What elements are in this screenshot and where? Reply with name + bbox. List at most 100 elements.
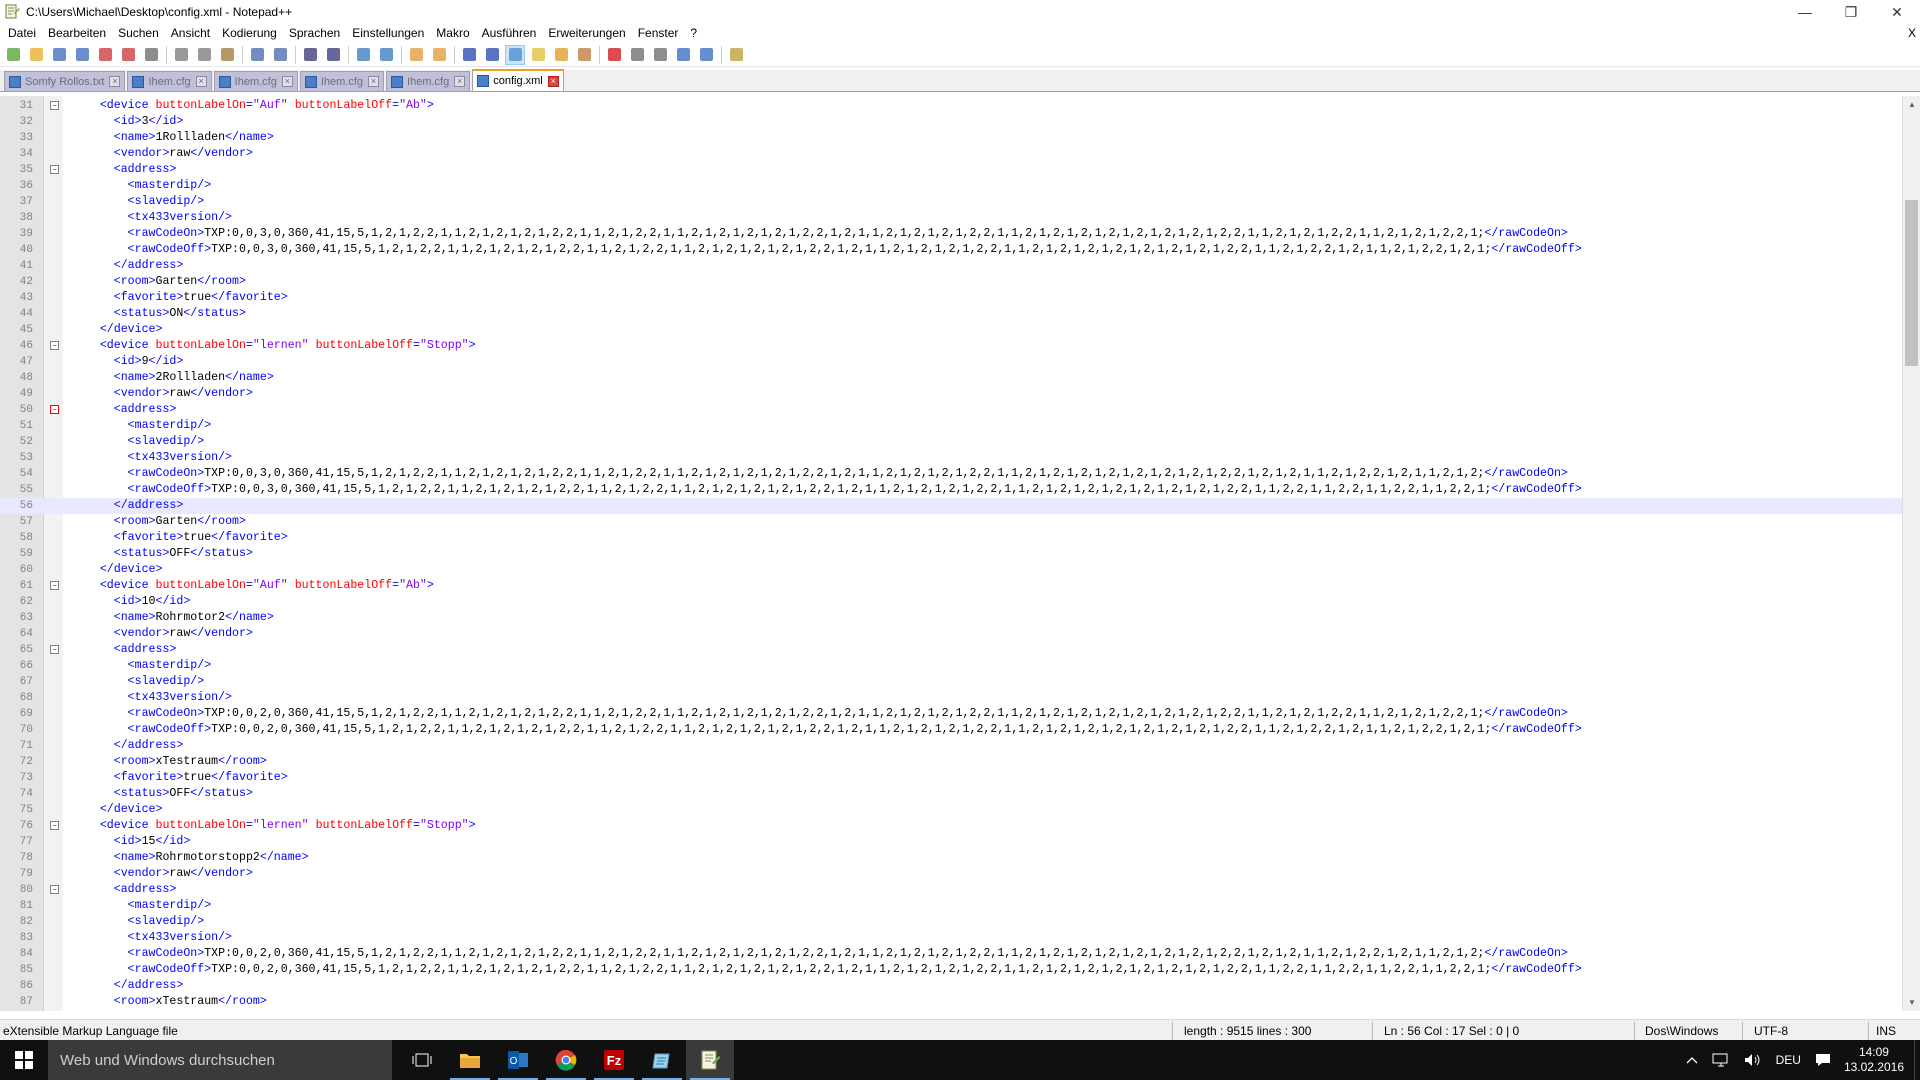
code-line[interactable]: 53 <tx433version/> (0, 450, 1902, 466)
code-line[interactable]: 81 <masterdip/> (0, 898, 1902, 914)
close-window-button[interactable]: ✕ (1874, 0, 1920, 24)
code-line[interactable]: 66 <masterdip/> (0, 658, 1902, 674)
code-line[interactable]: 34 <vendor>raw</vendor> (0, 146, 1902, 162)
code-line[interactable]: 62 <id>10</id> (0, 594, 1902, 610)
open-file-icon[interactable] (27, 46, 45, 64)
folder-as-workspace-icon[interactable] (575, 46, 593, 64)
zoom-in-icon[interactable] (354, 46, 372, 64)
code-line[interactable]: 88 <favorite>true</favorite> (0, 1010, 1902, 1011)
code-line[interactable]: 47 <id>9</id> (0, 354, 1902, 370)
code-line[interactable]: 40 <rawCodeOff>TXP:0,0,3,0,360,41,15,5,1… (0, 242, 1902, 258)
taskbar-notepad[interactable] (638, 1040, 686, 1080)
redo-icon[interactable] (271, 46, 289, 64)
run-macro-multiple-icon[interactable] (674, 46, 692, 64)
code-line[interactable]: 42 <room>Garten</room> (0, 274, 1902, 290)
replace-icon[interactable] (324, 46, 342, 64)
code-line[interactable]: 64 <vendor>raw</vendor> (0, 626, 1902, 642)
code-line[interactable]: 49 <vendor>raw</vendor> (0, 386, 1902, 402)
vertical-scrollbar[interactable]: ▲ ▼ (1902, 96, 1920, 1011)
code-line[interactable]: 73 <favorite>true</favorite> (0, 770, 1902, 786)
action-center-icon[interactable] (1815, 1053, 1831, 1067)
code-line[interactable]: 32 <id>3</id> (0, 114, 1902, 130)
code-line[interactable]: 44 <status>ON</status> (0, 306, 1902, 322)
menu-item[interactable]: Ansicht (165, 24, 216, 42)
scrollbar-thumb[interactable] (1905, 200, 1918, 366)
paste-icon[interactable] (218, 46, 236, 64)
save-icon[interactable] (50, 46, 68, 64)
input-language-indicator[interactable]: DEU (1776, 1053, 1801, 1067)
taskbar-filezilla[interactable]: Fz (590, 1040, 638, 1080)
code-line[interactable]: 60 </device> (0, 562, 1902, 578)
fold-toggle-icon[interactable]: − (50, 645, 59, 654)
record-macro-icon[interactable] (605, 46, 623, 64)
code-line[interactable]: 52 <slavedip/> (0, 434, 1902, 450)
code-line[interactable]: 57 <room>Garten</room> (0, 514, 1902, 530)
clock[interactable]: 14:09 13.02.2016 (1844, 1045, 1904, 1075)
close-all-icon[interactable] (119, 46, 137, 64)
minimize-button[interactable]: — (1782, 0, 1828, 24)
menu-item[interactable]: Fenster (632, 24, 685, 42)
show-all-chars-icon[interactable] (483, 46, 501, 64)
restore-button[interactable]: ❐ (1828, 0, 1874, 24)
menu-item[interactable]: Ausführen (476, 24, 543, 42)
fold-toggle-icon[interactable]: − (50, 405, 59, 414)
scroll-down-arrow-icon[interactable]: ▼ (1903, 994, 1920, 1011)
document-tab[interactable]: config.xml × (472, 69, 564, 91)
code-line[interactable]: 54 <rawCodeOn>TXP:0,0,3,0,360,41,15,5,1,… (0, 466, 1902, 482)
code-line[interactable]: 72 <room>xTestraum</room> (0, 754, 1902, 770)
fold-toggle-icon[interactable]: − (50, 581, 59, 590)
udl-icon[interactable] (529, 46, 547, 64)
menu-item[interactable]: ? (684, 24, 703, 42)
document-tab[interactable]: Ihem.cfg × (299, 71, 385, 91)
code-line[interactable]: 31 − <device buttonLabelOn="Auf" buttonLa… (0, 98, 1902, 114)
code-line[interactable]: 33 <name>1Rollladen</name> (0, 130, 1902, 146)
task-view-button[interactable] (398, 1040, 446, 1080)
code-line[interactable]: 56 </address> (0, 498, 1902, 514)
volume-icon[interactable] (1744, 1053, 1762, 1067)
fold-toggle-icon[interactable]: − (50, 165, 59, 174)
code-line[interactable]: 45 </device> (0, 322, 1902, 338)
code-line[interactable]: 76− <device buttonLabelOn="lernen" butto… (0, 818, 1902, 834)
code-line[interactable]: 37 <slavedip/> (0, 194, 1902, 210)
tab-close-icon[interactable]: × (454, 76, 466, 87)
taskbar-file-explorer[interactable] (446, 1040, 494, 1080)
word-wrap-icon[interactable] (460, 46, 478, 64)
code-line[interactable]: 41 </address> (0, 258, 1902, 274)
code-line[interactable]: 59 <status>OFF</status> (0, 546, 1902, 562)
code-line[interactable]: 50 − <address> (0, 402, 1902, 418)
taskbar-notepadpp[interactable] (686, 1040, 734, 1080)
code-line[interactable]: 39 <rawCodeOn>TXP:0,0,3,0,360,41,15,5,1,… (0, 226, 1902, 242)
fold-toggle-icon[interactable]: − (50, 101, 59, 110)
menu-item[interactable]: Makro (430, 24, 475, 42)
code-line[interactable]: 38 <tx433version/> (0, 210, 1902, 226)
tab-close-icon[interactable]: × (368, 76, 380, 87)
code-line[interactable]: 46− <device buttonLabelOn="lernen" butto… (0, 338, 1902, 354)
find-icon[interactable] (301, 46, 319, 64)
code-line[interactable]: 69 <rawCodeOn>TXP:0,0,2,0,360,41,15,5,1,… (0, 706, 1902, 722)
show-hidden-icons-chevron-icon[interactable] (1686, 1056, 1698, 1064)
sync-vertical-icon[interactable] (407, 46, 425, 64)
fold-toggle-icon[interactable]: − (50, 885, 59, 894)
play-macro-icon[interactable] (651, 46, 669, 64)
code-line[interactable]: 58 <favorite>true</favorite> (0, 530, 1902, 546)
undo-icon[interactable] (248, 46, 266, 64)
code-line[interactable]: 80 − <address> (0, 882, 1902, 898)
menu-item[interactable]: Erweiterungen (542, 24, 631, 42)
menu-item[interactable]: Sprachen (283, 24, 346, 42)
document-tab[interactable]: Somfy Rollos.txt × (4, 71, 126, 91)
document-tab[interactable]: Ihem.cfg × (127, 71, 212, 91)
code-line[interactable]: 51 <masterdip/> (0, 418, 1902, 434)
tab-close-icon[interactable]: × (547, 75, 559, 87)
code-line[interactable]: 85 <rawCodeOff>TXP:0,0,2,0,360,41,15,5,1… (0, 962, 1902, 978)
code-line[interactable]: 65 − <address> (0, 642, 1902, 658)
indent-guide-icon[interactable] (505, 44, 525, 65)
taskbar-chrome[interactable] (542, 1040, 590, 1080)
code-line[interactable]: 87 <room>xTestraum</room> (0, 994, 1902, 1010)
save-all-icon[interactable] (73, 46, 91, 64)
menu-item[interactable]: Kodierung (216, 24, 283, 42)
code-line[interactable]: 74 <status>OFF</status> (0, 786, 1902, 802)
fold-toggle-icon[interactable]: − (50, 821, 59, 830)
code-line[interactable]: 84 <rawCodeOn>TXP:0,0,2,0,360,41,15,5,1,… (0, 946, 1902, 962)
document-tab[interactable]: Ihem.cfg × (213, 71, 298, 91)
start-button[interactable] (0, 1040, 48, 1080)
